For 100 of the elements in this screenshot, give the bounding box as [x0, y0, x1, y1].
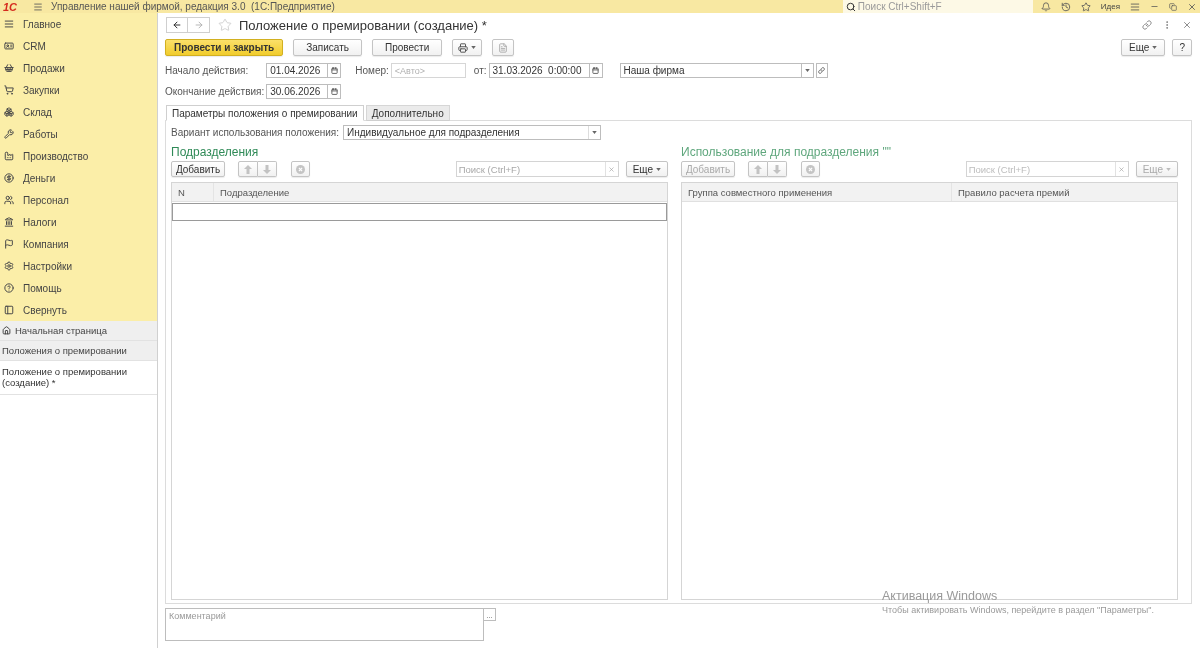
sidebar-item[interactable]: CRM	[0, 35, 157, 57]
circle-x-icon	[806, 164, 815, 174]
tab[interactable]: Параметры положения о премировании	[166, 105, 364, 121]
sidebar-item[interactable]: Помощь	[0, 277, 157, 299]
caret-icon	[1152, 46, 1158, 49]
sidebar-item[interactable]: Персонал	[0, 189, 157, 211]
field-label: Начало действия:	[165, 65, 250, 76]
activation-text: Чтобы активировать Windows, перейдите в раздел "Параметры".	[882, 605, 1154, 615]
date-field[interactable]: 01.04.2026	[266, 63, 329, 78]
print-button[interactable]	[452, 39, 483, 56]
sidebar-item[interactable]: Деньги	[0, 167, 157, 189]
cart-icon	[4, 85, 14, 95]
field-label: Вариант использования положения:	[171, 127, 340, 138]
sidebar-item[interactable]: Закупки	[0, 79, 157, 101]
sidebar-item[interactable]: Продажи	[0, 57, 157, 79]
field-label: Номер:	[355, 65, 390, 76]
move-up-button[interactable]	[238, 161, 258, 177]
column-header[interactable]: Подразделение	[213, 183, 667, 201]
arrow-up-icon	[754, 164, 762, 174]
coin-icon	[4, 173, 14, 183]
open-window-item[interactable]: Положения о премировании	[0, 341, 157, 361]
caret-icon	[804, 69, 810, 72]
sidebar-item[interactable]: Склад	[0, 101, 157, 123]
calendar-icon	[330, 67, 338, 74]
restore-icon[interactable]	[1169, 2, 1177, 11]
printer-icon	[458, 42, 469, 53]
move-down-button[interactable]	[258, 161, 277, 177]
column-header[interactable]: N	[172, 183, 213, 201]
arrow-right-icon	[193, 20, 204, 30]
arrow-down-icon	[263, 164, 271, 174]
post-and-close-button[interactable]: Провести и закрыть	[165, 39, 284, 56]
sidebar-item[interactable]: Свернуть	[0, 299, 157, 321]
select-button[interactable]: ...	[484, 608, 496, 621]
caret-icon	[592, 131, 597, 134]
sidebar-item[interactable]: Главное	[0, 13, 157, 35]
tab[interactable]: Дополнительно	[365, 105, 450, 121]
calendar-button[interactable]	[328, 84, 342, 99]
lines-icon	[4, 19, 14, 29]
idea-link[interactable]: Идея	[1100, 2, 1120, 11]
select-field[interactable]: Индивидуальное для подразделения	[343, 125, 601, 140]
calendar-icon	[330, 88, 338, 95]
sidebar-item[interactable]: Производство	[0, 145, 157, 167]
forward-button[interactable]	[188, 17, 210, 33]
open-button[interactable]	[815, 63, 828, 78]
table-row[interactable]	[172, 203, 667, 221]
basket-icon	[4, 63, 14, 73]
sidebar-item[interactable]: Налоги	[0, 211, 157, 233]
delete-button[interactable]	[291, 161, 310, 177]
factory-icon	[4, 151, 14, 161]
landmark-icon	[4, 217, 14, 227]
caret-icon	[656, 167, 661, 171]
panel-icon	[4, 305, 14, 315]
toolbar-button[interactable]: Записать	[293, 39, 362, 56]
id-card-icon	[4, 41, 14, 51]
field-label: от:	[473, 65, 488, 76]
open-window-item[interactable]: Начальная страница	[0, 321, 157, 341]
add-button[interactable]: Добавить	[171, 161, 225, 177]
panel-title: Подразделения	[171, 146, 259, 159]
sidebar-item[interactable]: Компания	[0, 233, 157, 255]
back-button[interactable]	[166, 17, 188, 33]
close-icon[interactable]	[1187, 1, 1197, 12]
lines-icon[interactable]	[1130, 1, 1140, 12]
cross-icon[interactable]	[608, 165, 616, 173]
star-icon[interactable]	[1080, 1, 1091, 12]
link-icon[interactable]	[1142, 20, 1152, 30]
field-label: Окончание действия:	[165, 86, 266, 97]
more-button[interactable]: Еще	[1121, 39, 1166, 56]
help-button[interactable]: ?	[1172, 39, 1192, 56]
help-icon	[4, 283, 14, 293]
history-icon[interactable]	[1060, 1, 1071, 12]
boxes-icon	[4, 107, 14, 117]
toolbar-button[interactable]: Провести	[372, 39, 443, 56]
search-icon	[845, 1, 856, 12]
logo: 1С	[3, 0, 19, 13]
menu-icon[interactable]	[33, 1, 43, 12]
arrow-left-icon	[172, 20, 182, 30]
circle-x-icon	[296, 164, 305, 174]
delete-button[interactable]	[801, 161, 820, 177]
more-button[interactable]: Еще	[625, 161, 668, 177]
sidebar-item[interactable]: Работы	[0, 123, 157, 145]
wrench-icon	[4, 129, 14, 139]
calendar-button[interactable]	[328, 63, 342, 78]
users-icon	[4, 195, 14, 205]
organization-field[interactable]: Наша фирма	[619, 63, 802, 78]
form-title: Положение о премировании (создание) *	[239, 17, 487, 33]
move-up-button[interactable]	[748, 161, 768, 177]
date-field[interactable]: 30.06.2026	[266, 84, 329, 99]
cross-icon[interactable]	[1118, 165, 1126, 173]
caret-icon	[471, 46, 477, 49]
flag-icon	[4, 239, 14, 249]
house-icon	[2, 326, 11, 335]
date-time-field[interactable]: 31.03.2026 0:00:00	[488, 63, 590, 78]
settings-icon	[4, 261, 14, 271]
sidebar-item[interactable]: Настройки	[0, 255, 157, 277]
arrow-down-icon	[773, 164, 781, 174]
report-button[interactable]	[492, 39, 515, 56]
close-icon[interactable]	[1182, 20, 1192, 30]
bell-icon[interactable]	[1040, 1, 1051, 12]
move-down-button[interactable]	[768, 161, 787, 177]
link-icon	[818, 67, 825, 74]
